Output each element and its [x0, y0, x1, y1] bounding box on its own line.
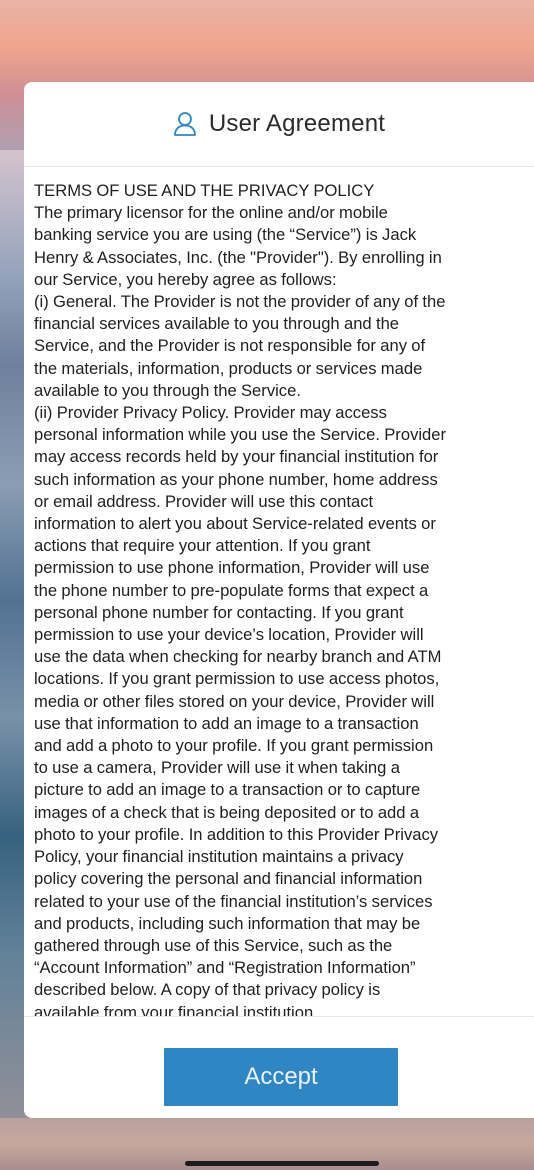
home-indicator[interactable] [185, 1161, 379, 1166]
user-agreement-card: User Agreement TERMS OF USE AND THE PRIV… [24, 82, 534, 1118]
page-title: User Agreement [208, 110, 386, 137]
card-header: User Agreement [24, 82, 534, 167]
terms-text: TERMS OF USE AND THE PRIVACY POLICY The … [34, 181, 447, 1017]
user-icon [173, 111, 197, 137]
accept-button[interactable]: Accept [164, 1048, 398, 1106]
terms-scroll-area[interactable]: TERMS OF USE AND THE PRIVACY POLICY The … [24, 166, 534, 1017]
